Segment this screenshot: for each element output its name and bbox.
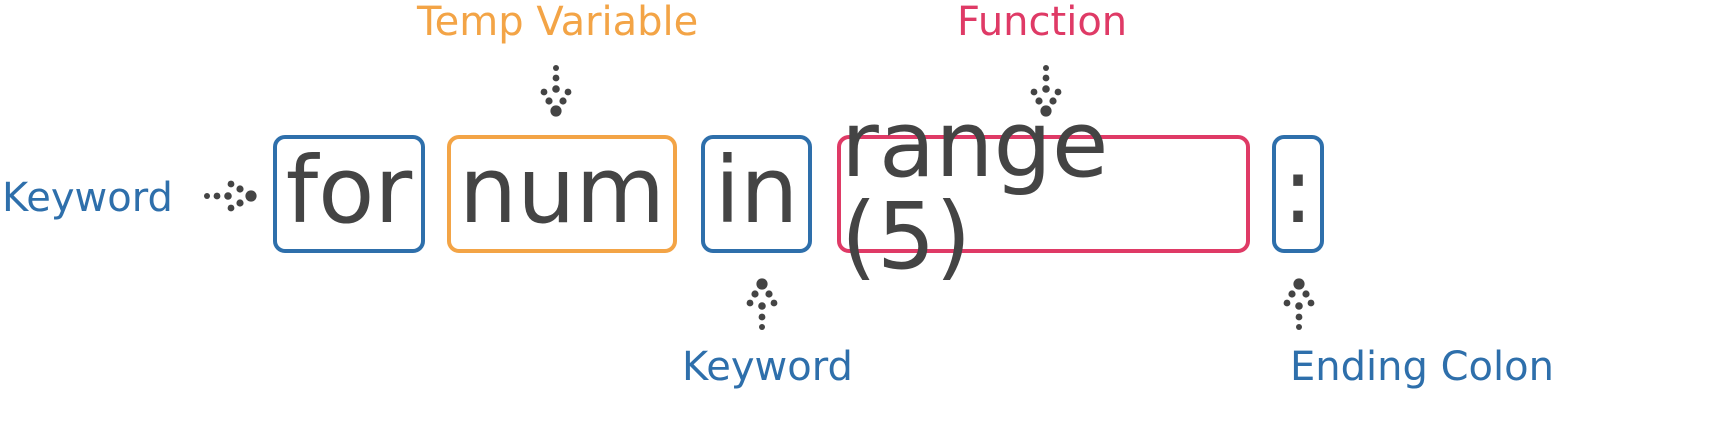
label-temp-variable: Temp Variable [417, 0, 699, 45]
label-function: Function [957, 0, 1128, 45]
token-range: range (5) [841, 91, 1109, 290]
token-num: num [458, 137, 666, 244]
dotted-up-arrow-icon [746, 278, 778, 330]
token-colon: : [1282, 137, 1314, 244]
label-ending-colon: Ending Colon [1290, 344, 1554, 390]
dotted-down-arrow-icon [540, 65, 572, 117]
token-in-box: in [701, 135, 812, 253]
token-in: in [714, 137, 799, 244]
label-keyword-bottom: Keyword [682, 344, 853, 390]
dotted-right-arrow-icon [204, 180, 257, 212]
token-colon-box: : [1272, 135, 1324, 253]
token-for: for [285, 137, 413, 244]
label-keyword-left: Keyword [2, 175, 173, 221]
token-num-box: num [447, 135, 677, 253]
dotted-down-arrow-icon [1030, 65, 1062, 117]
token-range-box: range (5) [837, 99, 1250, 283]
token-for-box: for [273, 135, 425, 253]
dotted-up-arrow-icon [1283, 278, 1315, 330]
